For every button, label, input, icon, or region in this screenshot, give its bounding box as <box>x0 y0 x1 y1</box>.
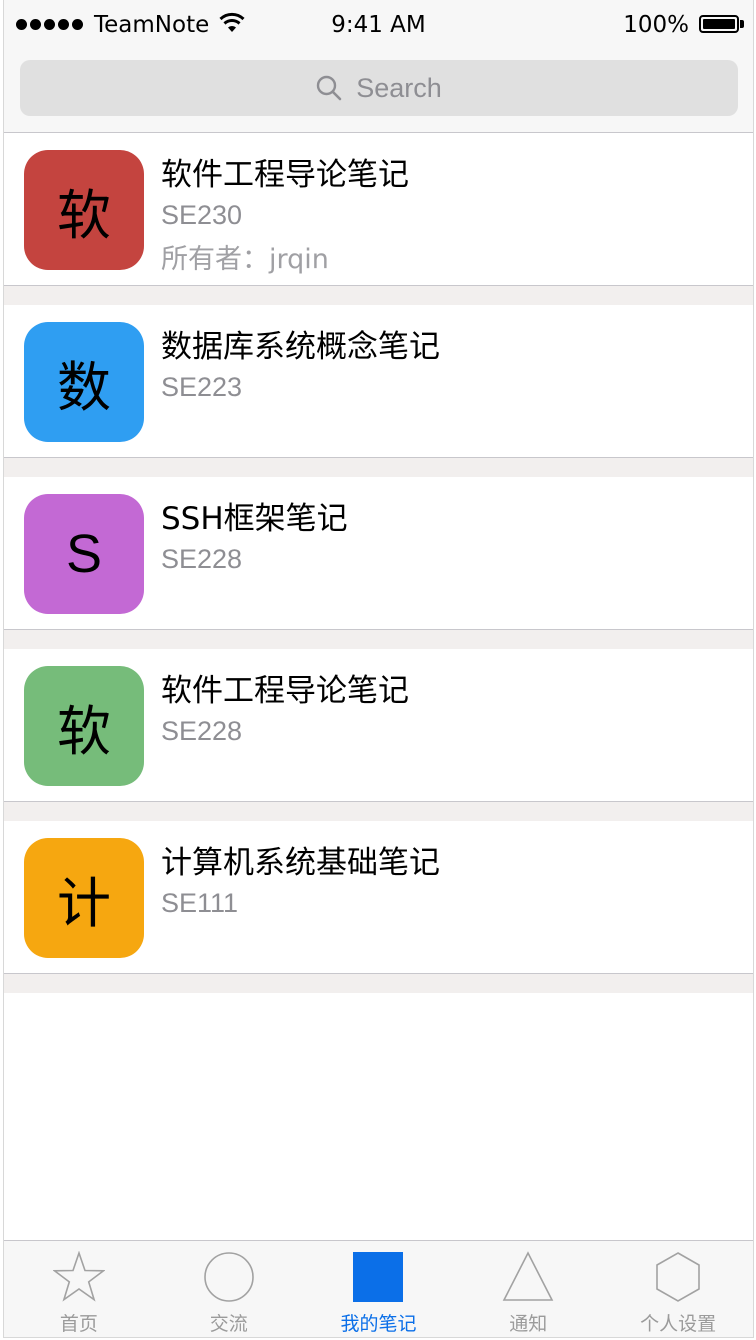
note-row[interactable]: 计 计算机系统基础笔记 SE111 <box>4 821 753 974</box>
note-row[interactable]: 数 数据库系统概念笔记 SE223 <box>4 305 753 458</box>
notes-list: 软 软件工程导论笔记 SE230 所有者：jrqin 数 数据库系统概念笔记 S… <box>4 133 753 993</box>
note-title: 软件工程导论笔记 <box>161 673 409 709</box>
circle-icon <box>203 1252 254 1302</box>
section-separator <box>4 286 753 305</box>
battery-percentage: 100% <box>623 12 689 38</box>
tab-home[interactable]: 首页 <box>4 1241 154 1337</box>
hexagon-icon <box>656 1252 700 1302</box>
tab-label: 首页 <box>59 1313 98 1335</box>
search-bar[interactable]: Search <box>20 60 738 116</box>
status-bar: TeamNote 9:41 AM 100% <box>4 0 753 52</box>
tab-my-notes[interactable]: 我的笔记 <box>304 1241 454 1337</box>
section-separator <box>4 974 753 993</box>
section-separator <box>4 630 753 649</box>
tab-label: 通知 <box>509 1313 548 1335</box>
note-avatar: 软 <box>24 666 144 786</box>
star-icon <box>52 1251 105 1302</box>
note-row[interactable]: 软 软件工程导论笔记 SE228 <box>4 649 753 802</box>
tab-settings[interactable]: 个人设置 <box>603 1241 753 1337</box>
tab-notifications[interactable]: 通知 <box>453 1241 603 1337</box>
note-row[interactable]: S SSH框架笔记 SE228 <box>4 477 753 630</box>
tab-bar: 首页 交流 我的笔记 通知 个人设置 <box>4 1240 753 1337</box>
note-course-code: SE223 <box>161 372 243 402</box>
battery-icon <box>699 15 739 33</box>
tab-label: 个人设置 <box>640 1313 717 1335</box>
note-avatar: S <box>24 494 144 614</box>
section-separator <box>4 458 753 477</box>
triangle-icon <box>502 1251 554 1301</box>
note-owner: 所有者：jrqin <box>161 244 329 275</box>
top-bar: TeamNote 9:41 AM 100% Search <box>4 0 753 133</box>
note-course-code: SE111 <box>161 888 239 918</box>
tab-label: 交流 <box>209 1313 248 1335</box>
note-avatar: 软 <box>24 150 144 270</box>
note-avatar: 数 <box>24 322 144 442</box>
note-title: 计算机系统基础笔记 <box>161 845 440 881</box>
note-course-code: SE230 <box>161 200 243 230</box>
note-row[interactable]: 软 软件工程导论笔记 SE230 所有者：jrqin <box>4 133 753 286</box>
note-title: SSH框架笔记 <box>161 501 348 537</box>
phone-screen: TeamNote 9:41 AM 100% Search 软 软件工程导论笔记 … <box>3 0 754 1338</box>
search-icon <box>317 75 342 101</box>
note-avatar: 计 <box>24 838 144 958</box>
search-placeholder: Search <box>356 72 442 103</box>
square-icon <box>353 1252 404 1302</box>
tab-label: 我的笔记 <box>340 1313 417 1335</box>
note-title: 数据库系统概念笔记 <box>161 329 440 365</box>
tab-discussion[interactable]: 交流 <box>154 1241 304 1337</box>
note-course-code: SE228 <box>161 544 243 574</box>
section-separator <box>4 802 753 821</box>
note-course-code: SE228 <box>161 716 243 746</box>
note-title: 软件工程导论笔记 <box>161 157 409 193</box>
